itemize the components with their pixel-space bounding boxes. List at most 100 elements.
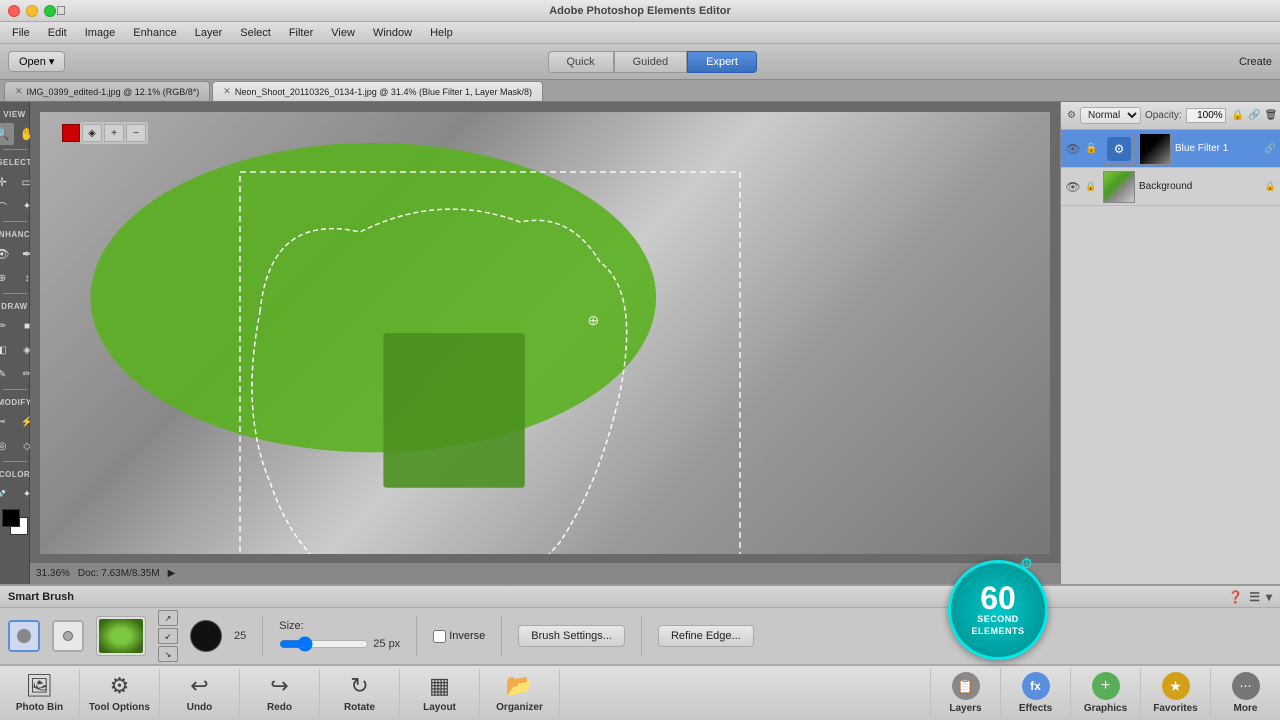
rotate-label: Rotate [344,702,375,713]
zoom-button[interactable] [44,5,56,17]
lasso-tool[interactable]: ⌒ [0,195,14,217]
move-tool[interactable]: ✛ [0,171,14,193]
zoom-tool[interactable]: 🔍 [0,123,14,145]
tool-help-icon[interactable]: ❓ [1228,590,1243,604]
mode-guided[interactable]: Guided [614,51,687,73]
refine-edge-button[interactable]: Refine Edge... [658,625,754,647]
divider-4 [3,389,27,390]
mode-expert[interactable]: Expert [687,51,757,73]
menu-help[interactable]: Help [422,25,461,41]
cursor-indicator: ⊕ [588,312,604,328]
foreground-color-swatch[interactable] [2,509,20,527]
layout-icon: ▦ [429,673,450,699]
menu-enhance[interactable]: Enhance [125,25,184,41]
layer-lock-bluefilter[interactable]: 🔒 [1085,143,1099,154]
brush-sample-selector[interactable]: ▾ [96,616,146,656]
tool-option-btn-1[interactable]: ↗ [158,610,178,626]
red-eye-tool[interactable]: 👁 [0,243,14,265]
opacity-label: Opacity: [1145,110,1182,121]
layer-visibility-background[interactable]: 👁 [1065,180,1081,194]
separator-3 [501,616,502,656]
brush-paint-button[interactable] [8,620,40,652]
tab-close-img0399[interactable]: ✕ [15,86,23,97]
opacity-input[interactable] [1186,108,1226,123]
layer-lock-background[interactable]: 🔒 [1085,181,1099,192]
size-label: Size: [279,620,400,632]
brush-preview-color [99,619,143,653]
nav-tool-options[interactable]: ⚙ Tool Options [80,669,160,717]
open-button[interactable]: Open ▾ [8,51,65,72]
tool-option-btn-2[interactable]: ↙ [158,628,178,644]
doc-info-expand[interactable]: ▶ [168,568,176,579]
nav-graphics[interactable]: + Graphics [1070,668,1140,718]
crop-tool[interactable]: ✂ [0,411,14,433]
tool-menu-icon[interactable]: ☰ [1249,590,1260,604]
nav-rotate[interactable]: ↻ Rotate [320,669,400,717]
minimize-button[interactable] [26,5,38,17]
create-button[interactable]: Create [1239,56,1272,68]
gradient-tool[interactable]: ◧ [0,339,14,361]
brush-size-section: 25 [234,630,246,642]
photo-bin-icon: 🖼 [26,673,54,699]
layers-delete-icon[interactable]: 🗑 [1265,110,1278,121]
mode-quick[interactable]: Quick [548,51,614,73]
clone-stamp-tool[interactable]: ⊕ [0,267,14,289]
tab-close-neonshoot[interactable]: ✕ [223,86,231,97]
close-button[interactable] [8,5,20,17]
tab-neonshoot[interactable]: ✕ Neon_Shoot_20110326_0134-1.jpg @ 31.4%… [212,81,543,101]
menubar: File Edit Image Enhance Layer Select Fil… [0,22,1280,44]
nav-photo-bin[interactable]: 🖼 Photo Bin [0,669,80,717]
brush-color-swatch[interactable] [190,620,222,652]
layers-link-icon[interactable]: 🔗 [1248,110,1260,121]
tool-mini-btn-1[interactable]: ◈ [82,124,102,142]
pencil-tool[interactable]: ✎ [0,363,14,385]
brush-tool[interactable]: ✏ [0,315,14,337]
layer-row-background[interactable]: 👁 🔒 Background 🔒 [1061,168,1280,206]
eyedropper-tool[interactable]: 💉 [0,483,14,505]
nav-undo[interactable]: ↩ Undo [160,669,240,717]
menu-window[interactable]: Window [365,25,420,41]
tool-mini-btn-3[interactable]: − [126,124,146,142]
menu-image[interactable]: Image [77,25,124,41]
tool-mini-btn-2[interactable]: + [104,124,124,142]
divider-2 [3,221,27,222]
canvas-container[interactable]: ⊕ ◈ + − [40,112,1050,554]
undo-label: Undo [187,702,213,713]
layers-options-icon[interactable]: ⚙ [1067,110,1076,121]
blur-tool[interactable]: ◎ [0,435,14,457]
favorites-nav-label: Favorites [1153,703,1197,714]
nav-favorites[interactable]: ★ Favorites [1140,668,1210,718]
tabbar: ✕ IMG_0399_edited-1.jpg @ 12.1% (RGB/8*)… [0,80,1280,102]
menu-select[interactable]: Select [232,25,279,41]
photo-canvas[interactable]: ⊕ ◈ + − [40,112,1050,554]
inverse-checkbox[interactable] [433,630,446,643]
nav-redo[interactable]: ↪ Redo [240,669,320,717]
layer-visibility-bluefilter[interactable]: 👁 [1065,142,1081,156]
nav-organizer[interactable]: 📂 Organizer [480,669,560,717]
menu-filter[interactable]: Filter [281,25,321,41]
layer-mask-thumb-bluefilter[interactable] [1139,133,1171,165]
traffic-lights [8,5,56,17]
layers-lock-icon[interactable]: 🔒 [1232,110,1244,121]
tool-expand-icon[interactable]: ▾ [1266,590,1272,604]
tab-label-img0399: IMG_0399_edited-1.jpg @ 12.1% (RGB/8*) [27,87,200,97]
menu-edit[interactable]: Edit [40,25,75,41]
nav-effects[interactable]: fx Effects [1000,668,1070,718]
brush-settings-button[interactable]: Brush Settings... [518,625,625,647]
menu-file[interactable]: File [4,25,38,41]
nav-more[interactable]: ⋯ More [1210,668,1280,718]
blend-mode-select[interactable]: Normal [1080,107,1141,124]
menu-layer[interactable]: Layer [187,25,231,41]
color-swatches[interactable] [2,509,28,535]
brush-erase-button[interactable] [52,620,84,652]
tool-option-btn-3[interactable]: ↘ [158,646,178,662]
inverse-label: Inverse [449,630,485,642]
canvas-statusbar: 31.36% Doc: 7.63M/8.35M ▶ [30,562,1060,584]
canvas-area[interactable]: ⊕ ◈ + − 31.36% Doc: 7.63M/8.35M ▶ [30,102,1060,584]
tab-img0399[interactable]: ✕ IMG_0399_edited-1.jpg @ 12.1% (RGB/8*) [4,81,210,101]
size-slider[interactable] [279,636,369,652]
menu-view[interactable]: View [323,25,363,41]
nav-layout[interactable]: ▦ Layout [400,669,480,717]
layer-row-bluefilter[interactable]: 👁 🔒 ⚙ Blue Filter 1 🔗 [1061,130,1280,168]
nav-layers[interactable]: 📋 Layers [930,668,1000,718]
